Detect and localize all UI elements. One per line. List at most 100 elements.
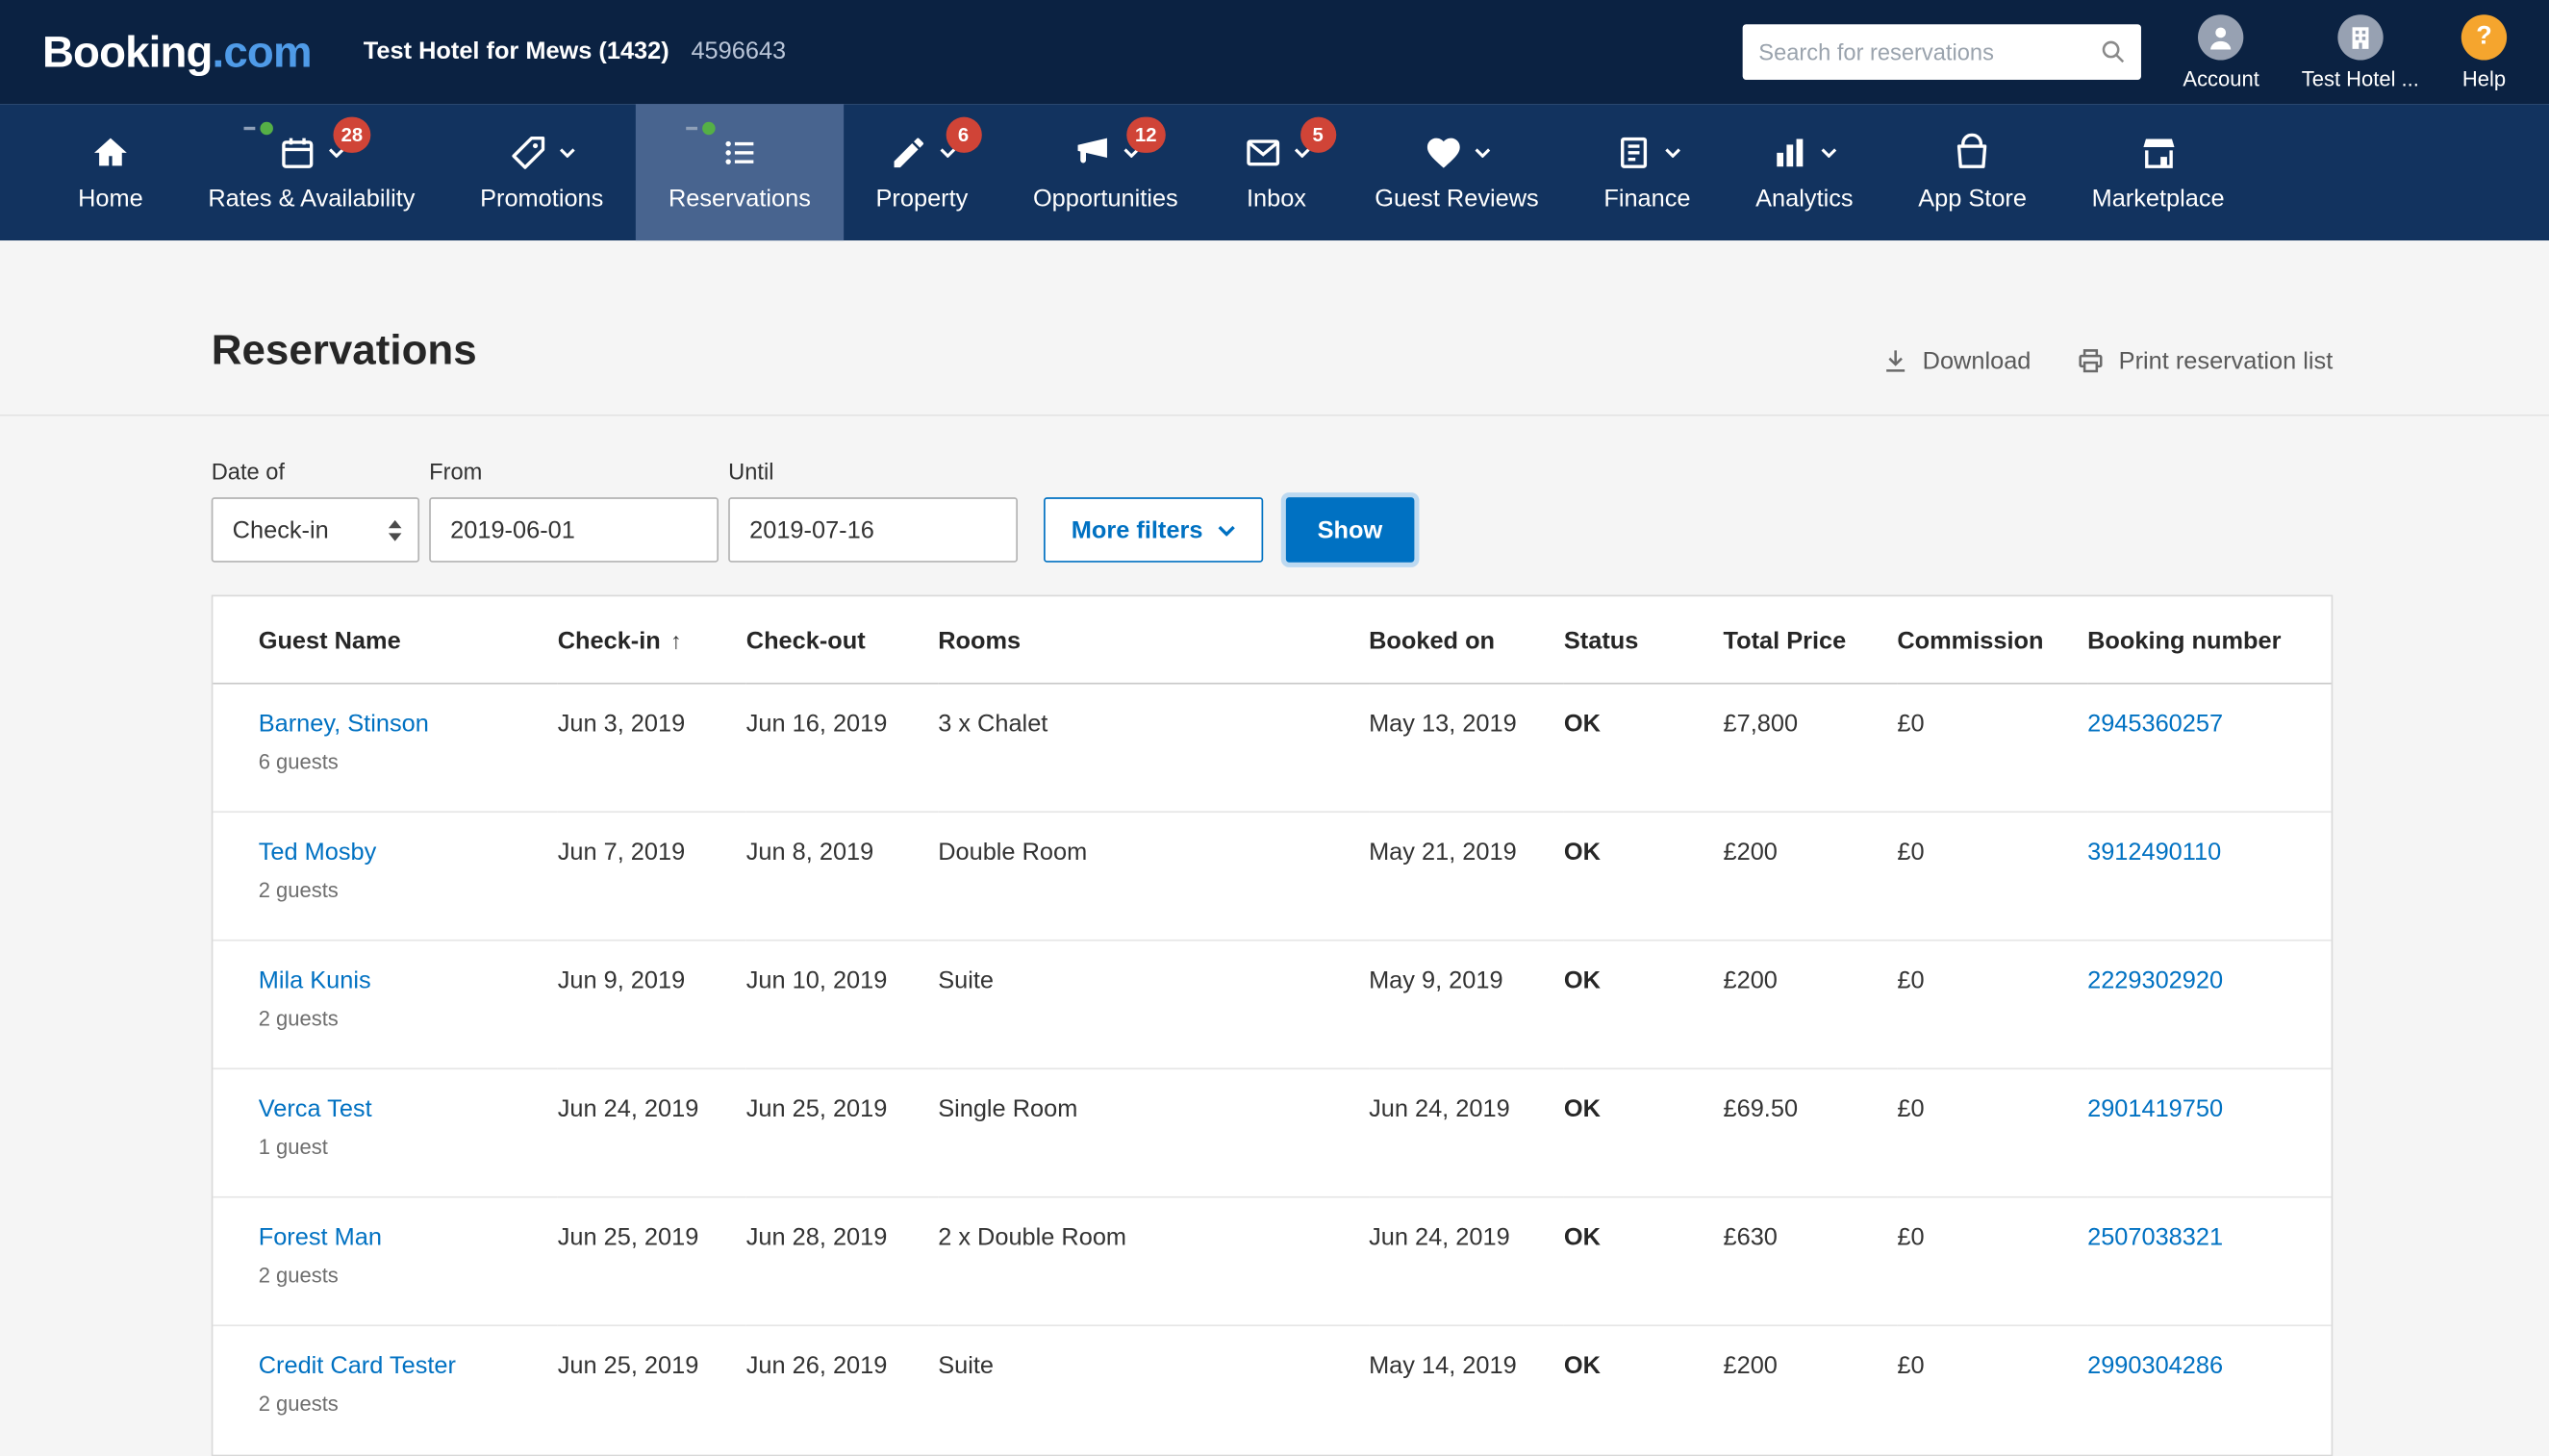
nav-item-opportunities[interactable]: 12 Opportunities [1000,104,1210,240]
nav-item-reservations[interactable]: Reservations [636,104,844,240]
rooms-cell: Suite [938,941,1369,1069]
table-row[interactable]: Barney, Stinson 6 guests Jun 3, 2019 Jun… [213,684,2331,813]
nav-item-promotions[interactable]: Promotions [447,104,636,240]
check-out-cell: Jun 26, 2019 [746,1326,938,1455]
search-icon[interactable] [2099,38,2128,66]
chevron-down-icon [1664,148,1680,158]
col-commission[interactable]: Commission [1897,597,2087,684]
list-icon [720,134,760,173]
booking-number-link[interactable]: 2229302920 [2087,967,2223,995]
opportunities-badge: 12 [1127,117,1165,153]
col-status[interactable]: Status [1564,597,1724,684]
col-booked-on[interactable]: Booked on [1369,597,1564,684]
commission-cell: £0 [1897,1197,2087,1326]
commission-cell: £0 [1897,813,2087,941]
nav-item-rates-availability[interactable]: 28 Rates & Availability [176,104,448,240]
table-row[interactable]: Ted Mosby 2 guests Jun 7, 2019 Jun 8, 20… [213,813,2331,941]
col-total-price[interactable]: Total Price [1724,597,1898,684]
col-rooms[interactable]: Rooms [938,597,1369,684]
hotel-building-icon [2337,13,2383,59]
total-price-cell: £630 [1724,1197,1898,1326]
booking-number-link[interactable]: 2990304286 [2087,1352,2223,1380]
nav-item-home[interactable]: Home [45,104,175,240]
download-button[interactable]: Download [1880,346,2032,375]
commission-cell: £0 [1897,941,2087,1069]
hotel-menu[interactable]: Test Hotel ... [2302,13,2419,89]
nav-item-finance[interactable]: Finance [1572,104,1724,240]
home-icon [91,134,131,173]
show-button[interactable]: Show [1286,497,1415,563]
status-cell: OK [1564,1197,1724,1326]
until-date-input[interactable] [728,497,1018,563]
print-reservation-list-button[interactable]: Print reservation list [2077,346,2334,375]
reservations-table: Guest Name Check-in↑ Check-out Rooms Boo… [213,597,2331,1455]
top-header: Booking.com Test Hotel for Mews (1432) 4… [0,0,2549,104]
nav-item-marketplace[interactable]: Marketplace [2059,104,2258,240]
table-row[interactable]: Credit Card Tester 2 guests Jun 25, 2019… [213,1326,2331,1455]
check-out-cell: Jun 28, 2019 [746,1197,938,1326]
guest-name-link[interactable]: Forest Man [259,1224,382,1252]
more-filters-button[interactable]: More filters [1044,497,1263,563]
rooms-cell: 2 x Double Room [938,1197,1369,1326]
total-price-cell: £200 [1724,813,1898,941]
from-label: From [429,459,719,485]
check-in-cell: Jun 24, 2019 [558,1069,746,1198]
commission-cell: £0 [1897,1326,2087,1455]
search-input[interactable] [1742,24,2140,79]
guest-name-link[interactable]: Credit Card Tester [259,1352,456,1380]
from-date-input[interactable] [429,497,719,563]
nav-item-inbox[interactable]: 5 Inbox [1211,104,1343,240]
booking-number-link[interactable]: 2945360257 [2087,711,2223,739]
envelope-icon [1243,134,1282,173]
booking-number-link[interactable]: 2901419750 [2087,1095,2223,1123]
table-row[interactable]: Mila Kunis 2 guests Jun 9, 2019 Jun 10, … [213,941,2331,1069]
guest-count: 2 guests [259,1006,539,1030]
booking-number-link[interactable]: 3912490110 [2087,839,2221,866]
page-title: Reservations [212,325,477,376]
table-row[interactable]: Verca Test 1 guest Jun 24, 2019 Jun 25, … [213,1069,2331,1198]
booked-on-cell: May 9, 2019 [1369,941,1564,1069]
new-indicator-dash [686,127,697,130]
account-avatar-icon [2198,13,2243,59]
col-guest-name[interactable]: Guest Name [213,597,557,684]
table-row[interactable]: Forest Man 2 guests Jun 25, 2019 Jun 28,… [213,1197,2331,1326]
col-check-in[interactable]: Check-in↑ [558,597,746,684]
col-booking-number[interactable]: Booking number [2087,597,2332,684]
booking-logo[interactable]: Booking.com [42,27,312,77]
nav-item-guest-reviews[interactable]: Guest Reviews [1342,104,1571,240]
account-menu[interactable]: Account [2183,13,2259,89]
reservations-page: Reservations Download Pr [0,240,2549,1456]
col-check-out[interactable]: Check-out [746,597,938,684]
guest-name-link[interactable]: Ted Mosby [259,839,377,866]
booking-number-link[interactable]: 2507038321 [2087,1224,2223,1252]
nav-item-analytics[interactable]: Analytics [1723,104,1885,240]
booked-on-cell: Jun 24, 2019 [1369,1069,1564,1198]
new-indicator-dot [702,122,716,136]
help-menu[interactable]: ? Help [2461,13,2507,89]
date-of-select[interactable]: Check-in [212,497,419,563]
check-out-cell: Jun 10, 2019 [746,941,938,1069]
logo-text-com: .com [213,27,312,76]
check-out-cell: Jun 16, 2019 [746,684,938,813]
account-label: Account [2183,65,2259,89]
guest-name-link[interactable]: Mila Kunis [259,967,371,995]
nav-item-app-store[interactable]: App Store [1885,104,2058,240]
guest-count: 2 guests [259,1392,539,1416]
main-nav: Home 28 Rates & Availability [0,104,2549,240]
invoice-icon [1614,134,1653,173]
select-updown-icon [389,519,402,540]
logo-text-booking: Booking [42,27,213,76]
commission-cell: £0 [1897,684,2087,813]
new-indicator-dot [261,122,274,136]
guest-name-link[interactable]: Verca Test [259,1095,372,1123]
nav-item-property[interactable]: 6 Property [844,104,1000,240]
guest-name-link[interactable]: Barney, Stinson [259,711,429,739]
booking-extranet-app: Booking.com Test Hotel for Mews (1432) 4… [0,0,2549,1451]
rooms-cell: Suite [938,1326,1369,1455]
pencil-icon [889,134,928,173]
shopping-bag-icon [1953,134,1992,173]
download-icon [1880,346,1909,375]
guest-count: 2 guests [259,1264,539,1288]
check-out-cell: Jun 25, 2019 [746,1069,938,1198]
check-out-cell: Jun 8, 2019 [746,813,938,941]
